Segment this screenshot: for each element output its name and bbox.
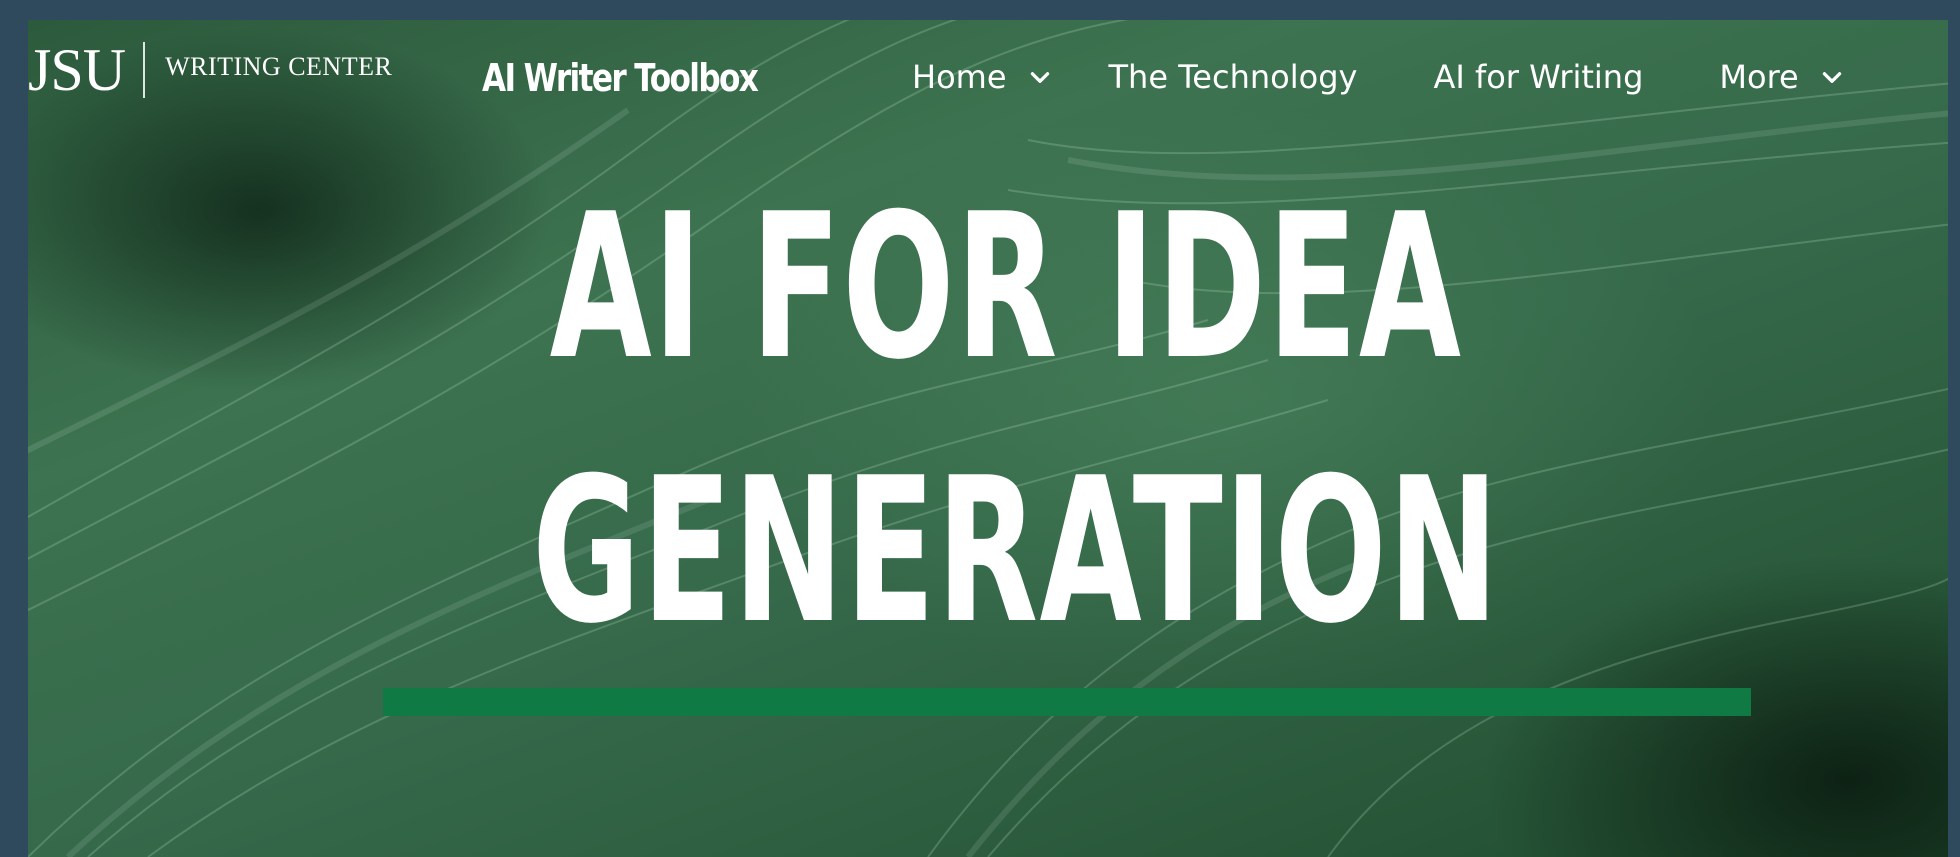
hero-banner: JSU WRITING CENTER AI Writer Toolbox Hom… (28, 20, 1948, 857)
nav-item-the-technology[interactable]: The Technology (1109, 58, 1358, 96)
main-nav: Home The Technology AI for Writing More (912, 58, 1845, 96)
nav-item-more-label: More (1719, 58, 1799, 96)
nav-item-ai-for-writing-label: AI for Writing (1433, 58, 1644, 96)
hero-title-line1: AI FOR IDEA (549, 171, 1463, 404)
hero-title-line2: GENERATION (532, 435, 1500, 668)
nav-item-home-label: Home (912, 58, 1007, 96)
chevron-down-icon[interactable] (1027, 64, 1053, 90)
hero-accent-bar (383, 688, 1751, 716)
nav-item-the-technology-label: The Technology (1108, 58, 1358, 96)
logo-divider (143, 42, 146, 98)
nav-item-more[interactable]: More (1719, 58, 1844, 96)
top-navigation-bar: JSU WRITING CENTER AI Writer Toolbox Hom… (28, 20, 1948, 110)
nav-item-home[interactable]: Home (912, 58, 1053, 96)
site-logo[interactable]: JSU WRITING CENTER (28, 40, 392, 100)
logo-mark: JSU (28, 37, 126, 103)
site-title-link[interactable]: AI Writer Toolbox (482, 56, 759, 100)
chevron-down-icon[interactable] (1819, 64, 1845, 90)
logo-subtitle: WRITING CENTER (165, 52, 393, 81)
nav-item-ai-for-writing[interactable]: AI for Writing (1433, 58, 1643, 96)
